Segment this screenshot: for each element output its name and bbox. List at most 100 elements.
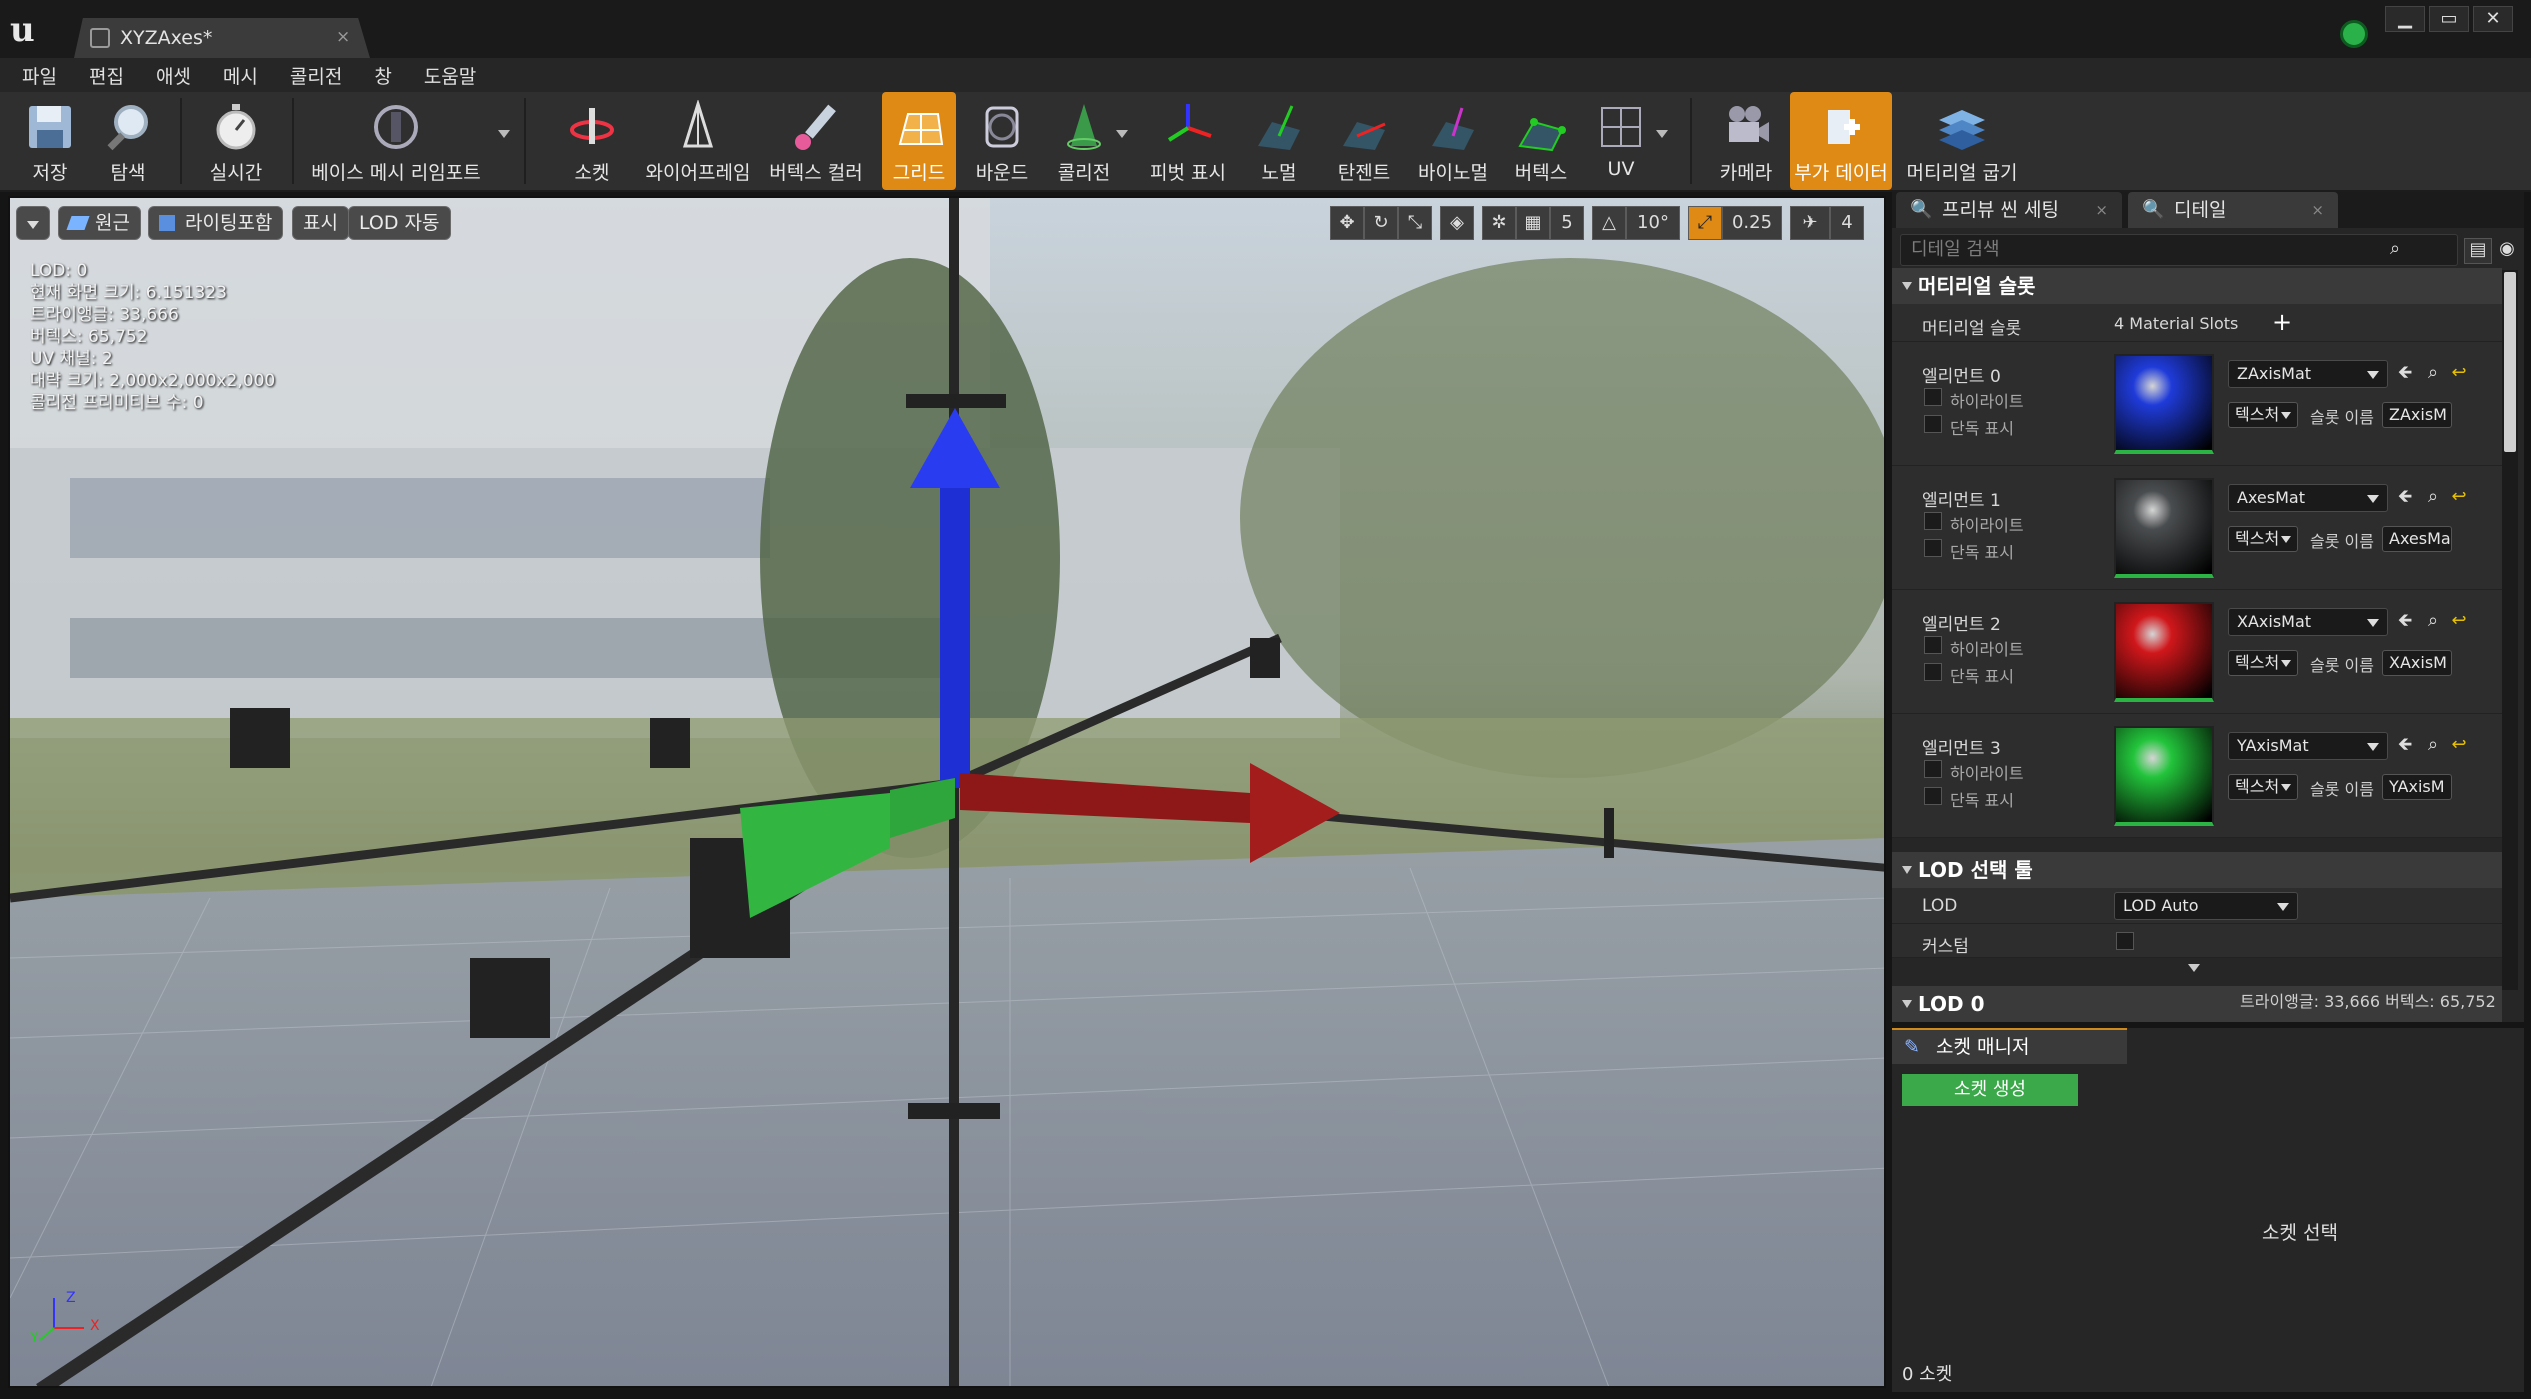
collision-button[interactable]: 콜리전 [1046,92,1122,190]
rotation-snap-value[interactable]: 10° [1626,206,1680,240]
menu-help[interactable]: 도움말 [424,62,476,89]
highlight-checkbox[interactable] [1924,636,1942,654]
material-thumbnail[interactable] [2114,478,2214,578]
lit-mode-button[interactable]: 라이팅포함 [148,206,284,240]
slot-name-input[interactable]: YAxisM [2382,774,2452,800]
scale-snap-value[interactable]: 0.25 [1722,206,1782,240]
close-tab-icon[interactable]: × [336,27,350,47]
use-selected-asset-icon[interactable]: 🡸 [2394,734,2416,756]
pivot-button[interactable]: 피벗 표시 [1148,92,1228,190]
use-selected-asset-icon[interactable]: 🡸 [2394,362,2416,384]
translate-mode-icon[interactable]: ✥ [1330,206,1364,240]
socket-button[interactable]: 소켓 [552,92,632,190]
maximize-button[interactable]: ▭ [2429,6,2469,32]
document-tab[interactable]: XYZAxes* × [74,18,370,58]
reset-to-default-icon[interactable]: ↩ [2448,610,2470,632]
source-control-icon[interactable] [2340,20,2368,48]
browse-asset-icon[interactable]: ⌕ [2422,486,2444,508]
reimport-base-mesh-button[interactable]: 베이스 메시 리임포트 [306,92,486,190]
menu-collision[interactable]: 콜리전 [290,62,342,89]
world-local-icon[interactable]: ◈ [1440,206,1474,240]
use-selected-asset-icon[interactable]: 🡸 [2394,610,2416,632]
collision-dropdown-icon[interactable] [1116,130,1128,138]
highlight-checkbox[interactable] [1924,388,1942,406]
menu-file[interactable]: 파일 [22,62,57,89]
vertex-color-button[interactable]: 버텍스 컬러 [768,92,864,190]
isolate-checkbox[interactable] [1924,539,1942,557]
slot-name-input[interactable]: AxesMa [2382,526,2452,552]
lod-picker-category[interactable]: LOD 선택 툴 [1892,852,2502,888]
viewport-options-button[interactable] [16,206,50,240]
reset-to-default-icon[interactable]: ↩ [2448,486,2470,508]
details-scrollbar[interactable] [2502,270,2518,990]
menu-asset[interactable]: 애셋 [156,62,191,89]
reset-to-default-icon[interactable]: ↩ [2448,734,2470,756]
material-thumbnail[interactable] [2114,602,2214,702]
expand-advanced-icon[interactable] [2188,964,2200,972]
reimport-dropdown-icon[interactable] [498,130,510,138]
lod-select[interactable]: LOD Auto [2114,892,2298,920]
scrollbar-thumb[interactable] [2504,272,2516,452]
material-select[interactable]: YAxisMat [2228,732,2388,760]
details-search-input[interactable]: 디테일 검색 [1900,234,2458,266]
menu-window[interactable]: 창 [374,62,391,89]
menu-edit[interactable]: 편집 [89,62,124,89]
texture-dropdown[interactable]: 텍스처 [2228,650,2298,676]
texture-dropdown[interactable]: 텍스처 [2228,402,2298,428]
camera-speed-value[interactable]: 4 [1830,206,1864,240]
minimize-button[interactable]: ▁ [2385,6,2425,32]
grid-toggle-button[interactable]: 그리드 [882,92,956,190]
perspective-button[interactable]: 원근 [58,206,141,240]
material-select[interactable]: AxesMat [2228,484,2388,512]
additional-data-button[interactable]: 부가 데이터 [1790,92,1892,190]
tab-preview-scene-settings[interactable]: 🔍 프리뷰 씬 세팅 × [1896,192,2122,228]
browse-button[interactable]: 탐색 [92,92,164,190]
use-selected-asset-icon[interactable]: 🡸 [2394,486,2416,508]
binormal-button[interactable]: 바이노멀 [1408,92,1498,190]
grid-snap-icon[interactable]: ▦ [1516,206,1550,240]
lod-auto-button[interactable]: LOD 자동 [348,206,451,240]
highlight-checkbox[interactable] [1924,512,1942,530]
uv-button[interactable]: UV [1586,92,1656,190]
wireframe-button[interactable]: 와이어프레임 [640,92,756,190]
rotate-mode-icon[interactable]: ↻ [1364,206,1398,240]
uv-dropdown-icon[interactable] [1656,130,1668,138]
close-window-button[interactable]: ✕ [2473,6,2513,32]
property-matrix-icon[interactable]: ▤ [2464,238,2492,264]
add-slot-button[interactable]: + [2272,308,2292,336]
close-tab-icon[interactable]: × [2095,192,2108,228]
texture-dropdown[interactable]: 텍스처 [2228,526,2298,552]
custom-lod-checkbox[interactable] [2116,932,2134,950]
bounds-button[interactable]: 바운드 [962,92,1042,190]
reset-to-default-icon[interactable]: ↩ [2448,362,2470,384]
slot-name-input[interactable]: ZAxisM [2382,402,2452,428]
material-select[interactable]: XAxisMat [2228,608,2388,636]
rotation-snap-icon[interactable]: △ [1592,206,1626,240]
camera-button[interactable]: 카메라 [1706,92,1786,190]
browse-asset-icon[interactable]: ⌕ [2422,362,2444,384]
create-socket-button[interactable]: 소켓 생성 [1902,1074,2078,1106]
mesh-viewport[interactable]: Z X Y 원근 라이팅포함 표시 LOD 자동 LOD: 0 현재 화면 크기… [8,196,1886,1388]
normal-button[interactable]: 노멀 [1246,92,1312,190]
grid-snap-value[interactable]: 5 [1550,206,1584,240]
save-button[interactable]: 저장 [14,92,86,190]
show-button[interactable]: 표시 [292,206,349,240]
texture-dropdown[interactable]: 텍스처 [2228,774,2298,800]
highlight-checkbox[interactable] [1924,760,1942,778]
material-select[interactable]: ZAxisMat [2228,360,2388,388]
tab-details[interactable]: 🔍 디테일 × [2128,192,2338,228]
material-thumbnail[interactable] [2114,354,2214,454]
menu-mesh[interactable]: 메시 [223,62,258,89]
material-slots-category[interactable]: 머티리얼 슬롯 [1892,268,2502,304]
realtime-button[interactable]: 실시간 [196,92,276,190]
close-tab-icon[interactable]: × [2311,192,2324,228]
material-thumbnail[interactable] [2114,726,2214,826]
isolate-checkbox[interactable] [1924,663,1942,681]
tangent-button[interactable]: 탄젠트 [1324,92,1404,190]
surface-snap-icon[interactable]: ✲ [1482,206,1516,240]
vertex-button[interactable]: 버텍스 [1506,92,1576,190]
tab-socket-manager[interactable]: ✎ 소켓 매니저 [1892,1028,2127,1064]
isolate-checkbox[interactable] [1924,415,1942,433]
browse-asset-icon[interactable]: ⌕ [2422,610,2444,632]
browse-asset-icon[interactable]: ⌕ [2422,734,2444,756]
